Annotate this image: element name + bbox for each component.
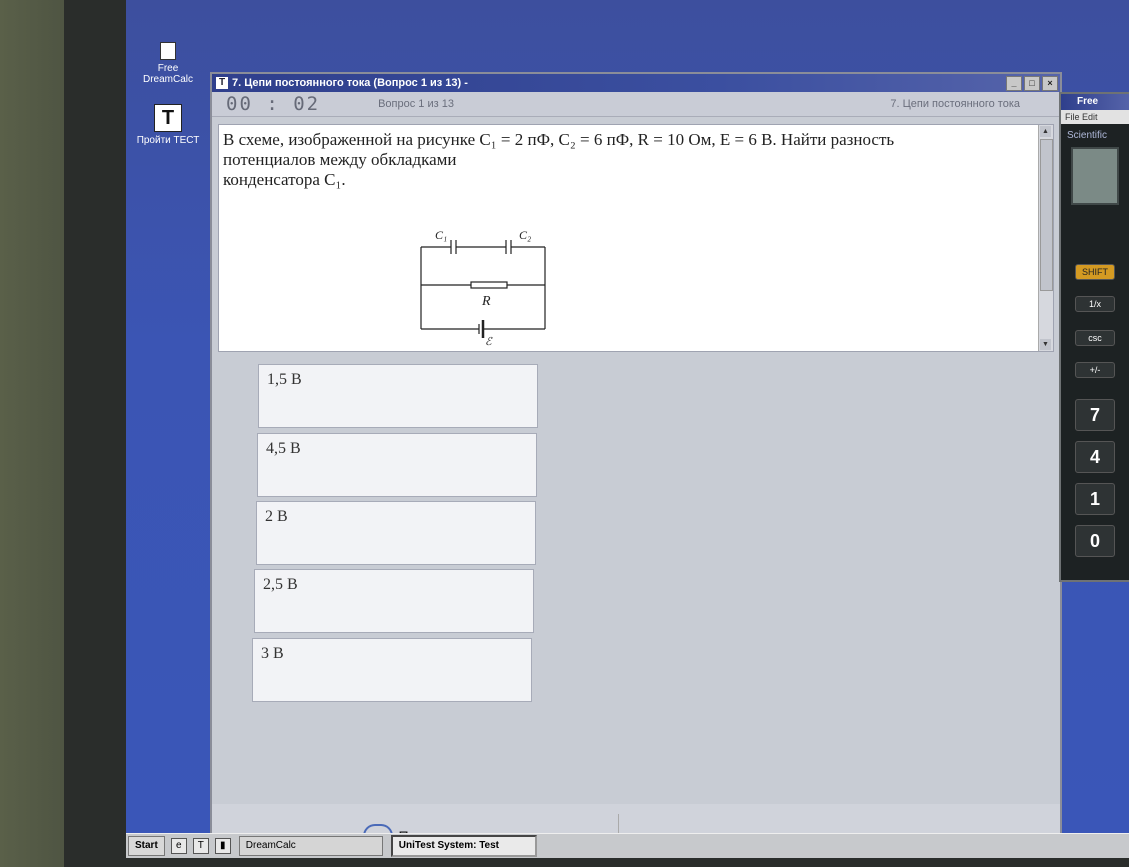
- desktop-icon-label: DreamCalc: [142, 74, 193, 85]
- taskbar: Start e T ▮ DreamCalc UniTest System: Te…: [126, 833, 1129, 858]
- test-t-icon[interactable]: T: [192, 838, 209, 854]
- answer-text: 2 В: [265, 508, 288, 525]
- scroll-up-icon[interactable]: ▲: [1040, 126, 1051, 137]
- desktop-icon-dreamcalc[interactable]: Free DreamCalc: [128, 42, 208, 85]
- answer-text: 2,5 В: [263, 576, 298, 593]
- circuit-diagram: C₁ C₂ R ℰ: [420, 228, 546, 347]
- answer-option-4[interactable]: 2,5 В: [254, 569, 534, 633]
- desktop-screen: Free DreamCalc T Пройти ТЕСТ T 7. Цепи п…: [126, 0, 1129, 858]
- calculator-icon[interactable]: ▮: [214, 838, 231, 854]
- scroll-thumb[interactable]: [1040, 139, 1053, 291]
- app-icon: T: [216, 77, 228, 89]
- key-0[interactable]: 0: [1075, 525, 1115, 557]
- question-panel: В схеме, изображенной на рисунке C₁ = 2 …: [218, 124, 1054, 352]
- window-title: 7. Цепи постоянного тока (Вопрос 1 из 13…: [232, 77, 468, 89]
- calculator-display: [1071, 147, 1119, 205]
- sign-key[interactable]: +/-: [1075, 362, 1115, 378]
- c1-label: C₁: [435, 228, 447, 242]
- answer-text: 1,5 В: [267, 371, 302, 388]
- close-button[interactable]: ×: [1042, 75, 1058, 91]
- c2-label: C₂: [519, 228, 531, 242]
- shift-key[interactable]: SHIFT: [1075, 264, 1115, 280]
- calculator-menu[interactable]: File Edit: [1061, 110, 1129, 124]
- timer: 00 : 02: [226, 93, 321, 115]
- r-label: R: [481, 294, 491, 309]
- scroll-down-icon[interactable]: ▼: [1040, 339, 1051, 350]
- taskbar-item-dreamcalc[interactable]: DreamCalc: [238, 836, 383, 856]
- calculator-window: Free File Edit Scientific SHIFT 1/x csc …: [1059, 92, 1129, 582]
- key-4[interactable]: 4: [1075, 441, 1115, 473]
- calculator-title: Free: [1061, 94, 1129, 110]
- question-scrollbar[interactable]: ▲ ▼: [1038, 125, 1053, 351]
- window-titlebar: T 7. Цепи постоянного тока (Вопрос 1 из …: [212, 74, 1060, 92]
- desktop-icon-label: Пройти ТЕСТ: [136, 135, 200, 146]
- reciprocal-key[interactable]: 1/x: [1075, 296, 1115, 312]
- answer-option-1[interactable]: 1,5 В: [258, 364, 538, 428]
- question-line: В схеме, изображенной на рисунке C₁ = 2 …: [223, 130, 895, 149]
- test-t-icon: T: [154, 104, 182, 132]
- key-7[interactable]: 7: [1075, 399, 1115, 431]
- csc-key[interactable]: csc: [1075, 330, 1115, 346]
- taskbar-item-unitest[interactable]: UniTest System: Test: [390, 835, 537, 857]
- desktop-icon-test[interactable]: T Пройти ТЕСТ: [128, 104, 208, 146]
- start-button[interactable]: Start: [128, 836, 165, 856]
- question-line: потенциалов между обкладками: [223, 150, 457, 169]
- answer-option-5[interactable]: 3 В: [252, 638, 532, 702]
- answer-text: 3 В: [261, 645, 284, 662]
- test-window: T 7. Цепи постоянного тока (Вопрос 1 из …: [210, 72, 1062, 858]
- calculator-icon: [160, 42, 176, 60]
- calculator-brand: Scientific: [1067, 130, 1108, 141]
- maximize-button[interactable]: □: [1024, 75, 1040, 91]
- key-1[interactable]: 1: [1075, 483, 1115, 515]
- question-text: В схеме, изображенной на рисунке C₁ = 2 …: [223, 130, 1023, 190]
- desktop-icon-label: Free: [157, 63, 179, 74]
- answer-option-2[interactable]: 4,5 В: [257, 433, 537, 497]
- topic-label: 7. Цепи постоянного тока: [890, 98, 1020, 110]
- emf-label: ℰ: [485, 336, 493, 347]
- question-counter: Вопрос 1 из 13: [378, 98, 454, 110]
- answer-option-3[interactable]: 2 В: [256, 501, 536, 565]
- status-toolbar: 00 : 02 Вопрос 1 из 13 7. Цепи постоянно…: [212, 92, 1060, 117]
- answer-text: 4,5 В: [266, 440, 301, 457]
- question-line: конденсатора C₁.: [223, 170, 346, 189]
- minimize-button[interactable]: _: [1006, 75, 1022, 91]
- browser-icon[interactable]: e: [170, 838, 187, 854]
